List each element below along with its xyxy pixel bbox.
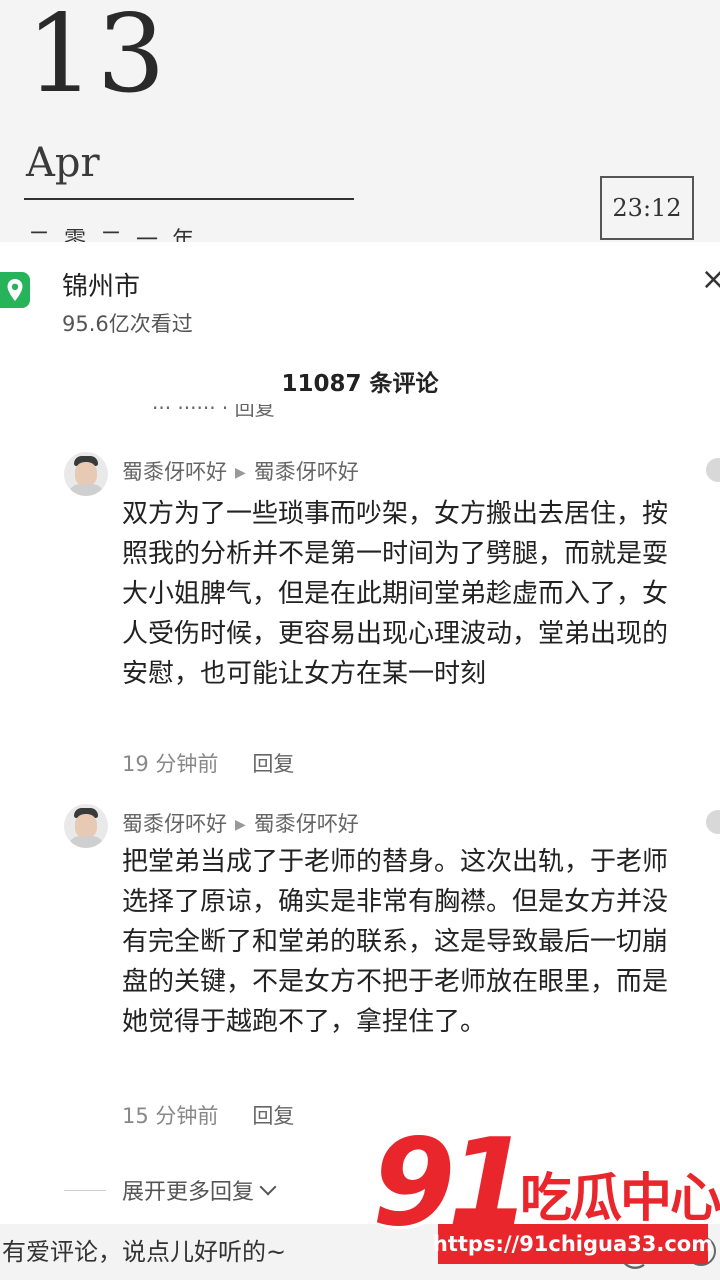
location-bar[interactable]: 锦州市 95.6亿次看过 ×: [0, 242, 720, 342]
close-icon[interactable]: ×: [701, 262, 720, 297]
like-icon[interactable]: [706, 810, 720, 834]
comment-time: 15 分钟前: [122, 1104, 219, 1128]
truncated-previous-meta: ··· ······ · 回复: [152, 404, 275, 418]
comment-author-line[interactable]: 蜀黍伢吥好 ▶ 蜀黍伢吥好: [122, 808, 359, 838]
location-pin-icon: [0, 272, 30, 308]
expand-replies-button[interactable]: 展开更多回复: [122, 1174, 277, 1206]
comments-title: 11087 条评论: [281, 371, 439, 397]
calendar-month: Apr: [26, 140, 100, 186]
like-icon[interactable]: [706, 458, 720, 482]
comment-meta: 19 分钟前 回复: [122, 748, 294, 778]
comment-time: 19 分钟前: [122, 752, 219, 776]
comment-reply-to[interactable]: 蜀黍伢吥好: [254, 812, 359, 836]
avatar[interactable]: [64, 804, 108, 848]
comment-author[interactable]: 蜀黍伢吥好: [122, 812, 227, 836]
reply-button[interactable]: 回复: [252, 752, 294, 776]
location-name: 锦州市: [62, 272, 141, 302]
location-views: 95.6亿次看过: [62, 312, 193, 336]
reply-arrow-icon: ▶: [235, 817, 246, 833]
watermark-name: 吃瓜中心: [520, 1169, 720, 1229]
comment-author-line[interactable]: 蜀黍伢吥好 ▶ 蜀黍伢吥好: [122, 456, 359, 486]
expand-label: 展开更多回复: [122, 1180, 255, 1205]
calendar-divider: [24, 198, 354, 200]
expand-divider: [64, 1190, 106, 1191]
calendar-day: 13: [26, 0, 168, 117]
calendar-year: 二零二一年: [28, 228, 209, 242]
comment-text: 双方为了一些琐事而吵架，女方搬出去居住，按照我的分析并不是第一时间为了劈腿，而就…: [122, 499, 669, 689]
watermark-url: https://91chigua33.com: [433, 1224, 713, 1264]
comment-reply-to[interactable]: 蜀黍伢吥好: [254, 460, 359, 484]
reply-arrow-icon: ▶: [235, 465, 246, 481]
comment-text: 把堂弟当成了于老师的替身。这次出轨，于老师选择了原谅，确实是非常有胸襟。但是女方…: [122, 847, 669, 1037]
chevron-down-icon: [259, 1178, 277, 1196]
comment-author[interactable]: 蜀黍伢吥好: [122, 460, 227, 484]
avatar[interactable]: [64, 452, 108, 496]
comment-meta: 15 分钟前 回复: [122, 1100, 294, 1130]
calendar-time: 23:12: [600, 176, 694, 240]
reply-button[interactable]: 回复: [252, 1104, 294, 1128]
watermark-logo: 91 吃瓜中心 https://91chigua33.com: [372, 1114, 720, 1280]
calendar-card: 13 Apr 二零二一年 23:12: [0, 0, 720, 242]
